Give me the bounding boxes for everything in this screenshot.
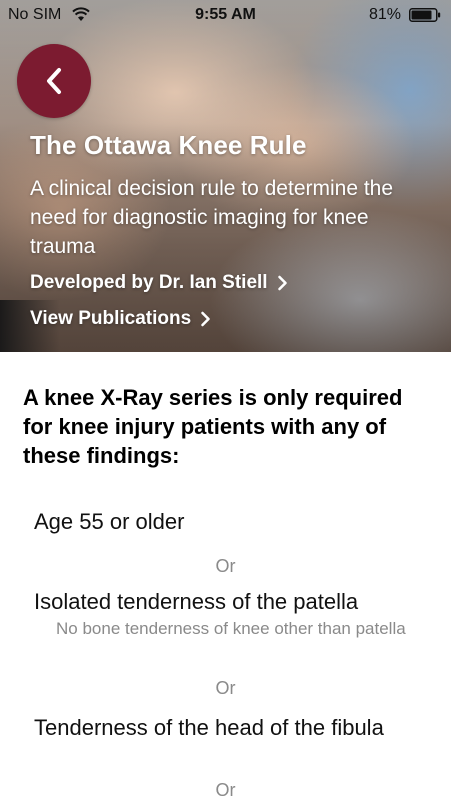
status-bar: No SIM 9:55 AM 81% [0, 0, 451, 30]
publications-link[interactable]: View Publications [30, 308, 211, 330]
chevron-right-icon [201, 311, 211, 327]
publications-link-label: View Publications [30, 308, 192, 329]
battery-icon [409, 8, 441, 22]
finding-note: No bone tenderness of knee other than pa… [56, 619, 406, 638]
or-separator: Or [215, 780, 236, 800]
developer-link-label: Developed by Dr. Ian Stiell [30, 272, 268, 293]
finding-item: Isolated tenderness of the patella [34, 589, 359, 614]
or-separator: Or [215, 556, 236, 576]
finding-item: Age 55 or older [34, 509, 185, 534]
back-button[interactable] [17, 44, 91, 118]
chevron-left-icon [47, 68, 61, 94]
page-title: The Ottawa Knee Rule [30, 130, 307, 160]
hero-banner: No SIM 9:55 AM 81% The Ottawa Knee Rule … [0, 0, 451, 352]
finding-item: Tenderness of the head of the fibula [34, 715, 384, 740]
developer-link[interactable]: Developed by Dr. Ian Stiell [30, 272, 288, 294]
or-separator: Or [215, 678, 236, 698]
battery-percentage: 81% [368, 6, 401, 23]
page-subtitle: A clinical decision rule to determine th… [30, 177, 394, 258]
criteria-intro: A knee X-Ray series is only required for… [23, 385, 403, 468]
chevron-right-icon [277, 275, 287, 291]
